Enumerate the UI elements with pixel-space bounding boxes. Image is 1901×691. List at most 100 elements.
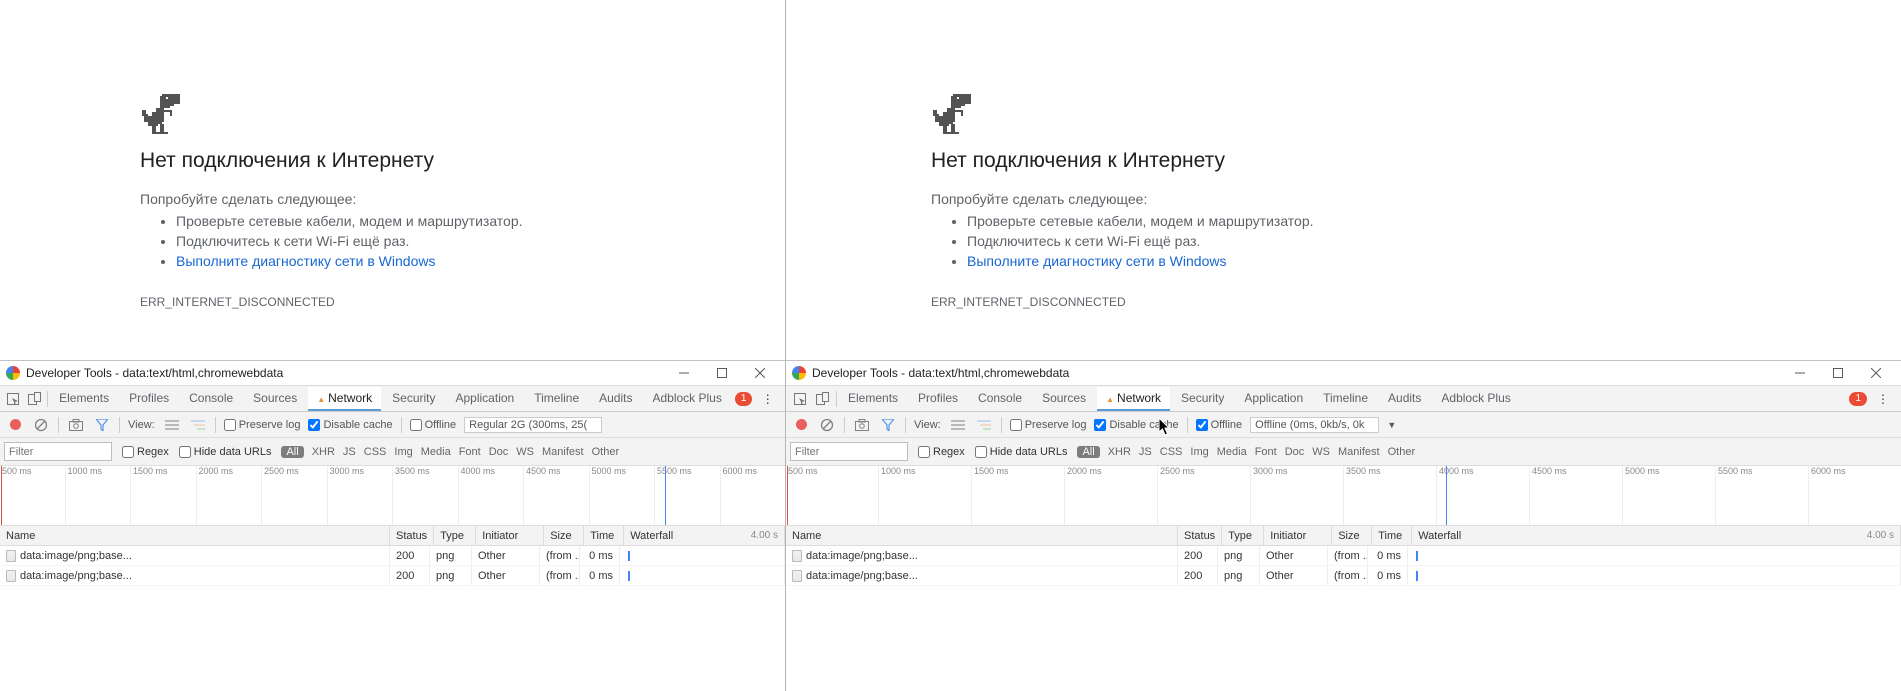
error-count-badge[interactable]: 1 <box>735 392 753 406</box>
tab-adblock[interactable]: Adblock Plus <box>1432 387 1519 411</box>
col-waterfall[interactable]: Waterfall4.00 s <box>624 526 785 545</box>
view-list-icon[interactable] <box>949 416 967 434</box>
tab-sources[interactable]: Sources <box>244 387 306 411</box>
close-button[interactable] <box>741 361 779 386</box>
clear-icon[interactable] <box>818 416 836 434</box>
filter-type[interactable]: XHR <box>1108 446 1131 458</box>
network-overview[interactable]: 500 ms 1000 ms 1500 ms 2000 ms 2500 ms 3… <box>786 466 1901 526</box>
col-name[interactable]: Name <box>786 526 1178 545</box>
capture-screenshot-icon[interactable] <box>853 416 871 434</box>
col-status[interactable]: Status <box>1178 526 1222 545</box>
filter-type[interactable]: Font <box>1255 446 1277 458</box>
regex-checkbox[interactable]: Regex <box>122 446 169 458</box>
preserve-log-checkbox[interactable]: Preserve log <box>224 419 301 431</box>
tab-timeline[interactable]: Timeline <box>525 387 588 411</box>
tab-application[interactable]: Application <box>1235 387 1312 411</box>
minimize-button[interactable] <box>665 361 703 386</box>
tab-audits[interactable]: Audits <box>1379 387 1430 411</box>
filter-type[interactable]: Manifest <box>542 446 584 458</box>
filter-type[interactable]: Media <box>1217 446 1247 458</box>
minimize-button[interactable] <box>1781 361 1819 386</box>
network-overview[interactable]: 500 ms 1000 ms 1500 ms 2000 ms 2500 ms 3… <box>0 466 785 526</box>
view-frame-icon[interactable] <box>189 416 207 434</box>
error-count-badge[interactable]: 1 <box>1849 392 1867 406</box>
device-toggle-icon[interactable] <box>27 391 42 407</box>
more-icon[interactable]: ⋮ <box>1875 391 1891 407</box>
filter-type[interactable]: Other <box>1388 446 1416 458</box>
diagnostics-link[interactable]: Выполните диагностику сети в Windows <box>967 253 1226 269</box>
tab-network[interactable]: Network <box>1097 387 1170 411</box>
filter-input[interactable] <box>4 442 112 461</box>
table-row[interactable]: data:image/png;base... 200 png Other (fr… <box>0 546 785 566</box>
filter-type[interactable]: Img <box>394 446 412 458</box>
tab-audits[interactable]: Audits <box>590 387 641 411</box>
tab-security[interactable]: Security <box>1172 387 1233 411</box>
filter-icon[interactable] <box>879 416 897 434</box>
filter-type[interactable]: Media <box>421 446 451 458</box>
diagnostics-link[interactable]: Выполните диагностику сети в Windows <box>176 253 435 269</box>
record-button[interactable] <box>6 416 24 434</box>
filter-type[interactable]: Doc <box>1285 446 1305 458</box>
tab-adblock[interactable]: Adblock Plus <box>643 387 730 411</box>
col-initiator[interactable]: Initiator <box>1264 526 1332 545</box>
devtools-titlebar[interactable]: Developer Tools - data:text/html,chromew… <box>786 361 1901 386</box>
col-type[interactable]: Type <box>434 526 476 545</box>
table-row[interactable]: data:image/png;base... 200 png Other (fr… <box>786 566 1901 586</box>
clear-icon[interactable] <box>32 416 50 434</box>
hide-data-urls-checkbox[interactable]: Hide data URLs <box>179 446 272 458</box>
filter-type-all[interactable]: All <box>1077 446 1099 458</box>
tab-console[interactable]: Console <box>180 387 242 411</box>
hide-data-urls-checkbox[interactable]: Hide data URLs <box>975 446 1068 458</box>
more-icon[interactable]: ⋮ <box>760 391 775 407</box>
filter-icon[interactable] <box>93 416 111 434</box>
tab-security[interactable]: Security <box>383 387 444 411</box>
filter-type[interactable]: WS <box>1312 446 1330 458</box>
filter-type[interactable]: Font <box>459 446 481 458</box>
filter-type[interactable]: XHR <box>312 446 335 458</box>
record-button[interactable] <box>792 416 810 434</box>
col-name[interactable]: Name <box>0 526 390 545</box>
view-list-icon[interactable] <box>163 416 181 434</box>
table-row[interactable]: data:image/png;base... 200 png Other (fr… <box>786 546 1901 566</box>
maximize-button[interactable] <box>1819 361 1857 386</box>
throttle-select[interactable]: Offline (0ms, 0kb/s, 0k <box>1250 417 1379 433</box>
filter-type[interactable]: Doc <box>489 446 509 458</box>
inspect-icon[interactable] <box>792 391 808 407</box>
tab-sources[interactable]: Sources <box>1033 387 1095 411</box>
throttle-select[interactable]: Regular 2G (300ms, 25( <box>464 417 602 433</box>
offline-checkbox[interactable]: Offline <box>1196 419 1243 431</box>
filter-type[interactable]: Manifest <box>1338 446 1380 458</box>
filter-type-all[interactable]: All <box>281 446 303 458</box>
devtools-titlebar[interactable]: Developer Tools - data:text/html,chromew… <box>0 361 785 386</box>
tab-application[interactable]: Application <box>447 387 524 411</box>
filter-type[interactable]: Img <box>1190 446 1208 458</box>
col-size[interactable]: Size <box>544 526 584 545</box>
tab-profiles[interactable]: Profiles <box>909 387 967 411</box>
capture-screenshot-icon[interactable] <box>67 416 85 434</box>
maximize-button[interactable] <box>703 361 741 386</box>
filter-type[interactable]: JS <box>343 446 356 458</box>
tab-network[interactable]: Network <box>308 387 381 411</box>
filter-type[interactable]: JS <box>1139 446 1152 458</box>
col-initiator[interactable]: Initiator <box>476 526 544 545</box>
col-time[interactable]: Time <box>584 526 624 545</box>
col-status[interactable]: Status <box>390 526 434 545</box>
tab-elements[interactable]: Elements <box>839 387 907 411</box>
device-toggle-icon[interactable] <box>814 391 830 407</box>
disable-cache-checkbox[interactable]: Disable cache <box>1094 419 1178 431</box>
regex-checkbox[interactable]: Regex <box>918 446 965 458</box>
col-size[interactable]: Size <box>1332 526 1372 545</box>
col-time[interactable]: Time <box>1372 526 1412 545</box>
tab-console[interactable]: Console <box>969 387 1031 411</box>
filter-type[interactable]: CSS <box>364 446 387 458</box>
inspect-icon[interactable] <box>6 391 21 407</box>
filter-type[interactable]: WS <box>516 446 534 458</box>
tab-timeline[interactable]: Timeline <box>1314 387 1377 411</box>
table-row[interactable]: data:image/png;base... 200 png Other (fr… <box>0 566 785 586</box>
tab-profiles[interactable]: Profiles <box>120 387 178 411</box>
view-frame-icon[interactable] <box>975 416 993 434</box>
preserve-log-checkbox[interactable]: Preserve log <box>1010 419 1087 431</box>
col-waterfall[interactable]: Waterfall4.00 s <box>1412 526 1901 545</box>
offline-checkbox[interactable]: Offline <box>410 419 457 431</box>
tab-elements[interactable]: Elements <box>50 387 118 411</box>
